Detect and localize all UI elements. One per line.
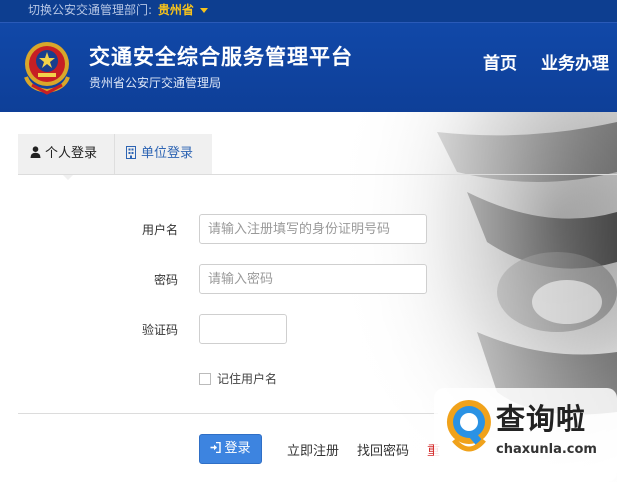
sign-in-icon xyxy=(210,441,222,454)
tab-unit-login[interactable]: 单位登录 xyxy=(114,134,212,174)
username-label: 用户名 xyxy=(141,223,178,237)
username-input[interactable] xyxy=(199,214,427,244)
tab-unit-label: 单位登录 xyxy=(141,146,194,161)
site-header: 交通安全综合服务管理平台 贵州省公安厅交通管理局 首页 业务办理 xyxy=(0,22,617,112)
chaxunla-logo-icon xyxy=(446,400,491,452)
password-label: 密码 xyxy=(153,273,178,287)
department-switch-label: 切换公安交通管理部门: xyxy=(28,3,153,17)
caret-down-icon xyxy=(199,8,208,13)
tab-personal-login[interactable]: 个人登录 xyxy=(18,134,114,174)
password-input[interactable] xyxy=(199,264,427,294)
watermark-title: 查询啦 xyxy=(496,402,587,436)
tabs-divider xyxy=(18,174,617,175)
captcha-label: 验证码 xyxy=(141,323,178,337)
form-divider xyxy=(18,413,438,414)
nav-business[interactable]: 业务办理 xyxy=(541,49,609,74)
tab-personal-label: 个人登录 xyxy=(45,146,98,161)
login-button[interactable]: 登录 xyxy=(199,434,262,464)
province-selector[interactable]: 贵州省 xyxy=(158,3,208,17)
building-icon xyxy=(126,146,136,159)
remember-username: 记住用户名 xyxy=(199,370,277,387)
watermark: 查询啦 chaxunla.com xyxy=(434,388,617,482)
forgot-password-link[interactable]: 找回密码 xyxy=(357,440,409,459)
remember-checkbox[interactable] xyxy=(199,373,211,385)
department-switch-bar: 切换公安交通管理部门: 贵州省 xyxy=(0,0,617,22)
user-icon xyxy=(30,146,41,158)
nav-home[interactable]: 首页 xyxy=(483,49,517,74)
captcha-input[interactable] xyxy=(199,314,287,344)
platform-subtitle: 贵州省公安厅交通管理局 xyxy=(89,76,222,90)
province-name: 贵州省 xyxy=(157,3,194,17)
remember-label: 记住用户名 xyxy=(217,372,278,386)
register-link[interactable]: 立即注册 xyxy=(287,440,339,459)
login-button-label: 登录 xyxy=(224,441,251,456)
platform-title: 交通安全综合服务管理平台 xyxy=(89,45,353,69)
watermark-domain: chaxunla.com xyxy=(496,442,597,457)
police-emblem-icon xyxy=(24,42,70,95)
